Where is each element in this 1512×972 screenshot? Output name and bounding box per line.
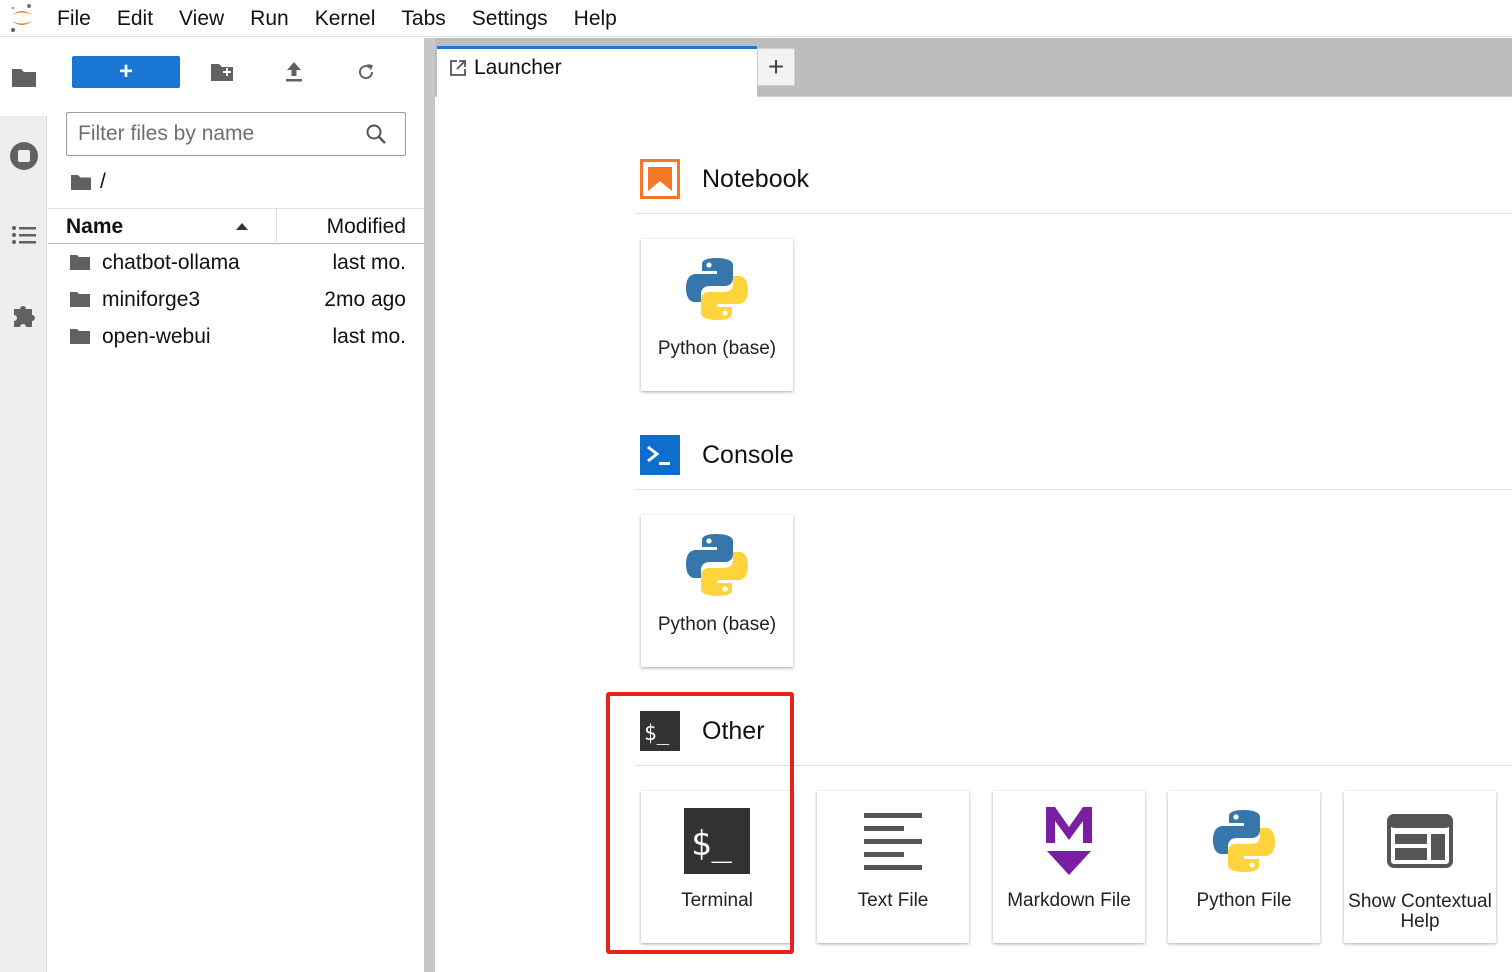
activity-bar bbox=[0, 38, 48, 972]
new-launcher-button[interactable]: + bbox=[72, 56, 180, 88]
section-divider bbox=[635, 765, 1512, 766]
new-folder-icon bbox=[211, 64, 233, 81]
plus-icon: + bbox=[767, 51, 785, 82]
card-label: Python (base) bbox=[657, 614, 777, 635]
python-logo-icon bbox=[641, 249, 793, 329]
section-title: Console bbox=[702, 440, 794, 469]
refresh-button[interactable] bbox=[352, 58, 380, 86]
file-browser-panel: + / bbox=[48, 38, 424, 972]
extension-manager-tab[interactable] bbox=[0, 275, 47, 353]
launcher-icon bbox=[450, 60, 466, 76]
home-folder-icon[interactable] bbox=[70, 173, 92, 191]
table-of-contents-tab[interactable] bbox=[0, 196, 47, 274]
console-icon bbox=[640, 435, 680, 475]
toc-icon bbox=[11, 226, 36, 244]
console-python-base-card[interactable]: Python (base) bbox=[641, 515, 793, 667]
file-name: chatbot-ollama bbox=[102, 251, 240, 274]
file-name: miniforge3 bbox=[102, 288, 201, 311]
running-sessions-tab[interactable] bbox=[0, 117, 47, 195]
card-label: Python File bbox=[1196, 890, 1292, 911]
markdown-icon bbox=[993, 801, 1145, 881]
markdown-file-card[interactable]: Markdown File bbox=[993, 791, 1145, 943]
file-modified: last mo. bbox=[332, 325, 406, 348]
menu-edit[interactable]: Edit bbox=[104, 0, 166, 37]
tab-launcher[interactable]: Launcher bbox=[437, 46, 757, 97]
menu-tabs[interactable]: Tabs bbox=[388, 0, 458, 37]
other-section-header: $_ Other bbox=[640, 711, 765, 751]
file-name: open-webui bbox=[102, 325, 211, 348]
running-icon bbox=[9, 142, 38, 170]
notebook-section-header: Notebook bbox=[640, 159, 809, 199]
card-label: Show Contextual Help bbox=[1348, 891, 1492, 932]
terminal-small-icon: $_ bbox=[640, 711, 680, 751]
panel-splitter[interactable] bbox=[424, 38, 435, 972]
file-list-header: Name Modified bbox=[48, 208, 424, 245]
card-label: Python (base) bbox=[657, 338, 777, 359]
text-file-icon bbox=[817, 801, 969, 881]
tab-bar: Launcher + bbox=[435, 38, 1512, 97]
folder-icon bbox=[11, 69, 36, 87]
breadcrumb: / bbox=[70, 170, 106, 194]
file-list-item[interactable]: open-webui last mo. bbox=[48, 319, 424, 356]
sort-ascending-icon bbox=[236, 223, 248, 230]
menu-file[interactable]: File bbox=[44, 0, 104, 37]
filter-files-input[interactable] bbox=[67, 113, 357, 155]
contextual-help-icon bbox=[1344, 801, 1496, 881]
new-tab-button[interactable]: + bbox=[757, 48, 795, 86]
section-divider bbox=[635, 489, 1512, 490]
filter-files-field[interactable] bbox=[66, 112, 406, 156]
section-title: Notebook bbox=[702, 164, 810, 193]
upload-icon bbox=[286, 62, 302, 82]
file-modified: 2mo ago bbox=[324, 288, 406, 311]
svg-text:$_: $_ bbox=[691, 824, 732, 864]
section-divider bbox=[635, 213, 1512, 214]
terminal-card[interactable]: $_ Terminal bbox=[641, 791, 793, 943]
section-title: Other bbox=[702, 716, 765, 745]
menu-view[interactable]: View bbox=[166, 0, 237, 37]
folder-icon bbox=[70, 292, 90, 307]
file-list-item[interactable]: chatbot-ollama last mo. bbox=[48, 245, 424, 282]
upload-button[interactable] bbox=[280, 58, 308, 86]
folder-icon bbox=[70, 255, 90, 270]
search-icon bbox=[366, 124, 386, 144]
plus-icon: + bbox=[118, 58, 133, 85]
folder-icon bbox=[70, 329, 90, 344]
terminal-icon: $_ bbox=[641, 801, 793, 881]
menu-settings[interactable]: Settings bbox=[459, 0, 561, 37]
tab-label: Launcher bbox=[474, 56, 562, 79]
breadcrumb-root[interactable]: / bbox=[100, 170, 106, 194]
console-section-header: Console bbox=[640, 435, 794, 475]
python-logo-icon bbox=[1168, 801, 1320, 881]
refresh-icon bbox=[359, 64, 374, 80]
file-list-item[interactable]: miniforge3 2mo ago bbox=[48, 282, 424, 319]
new-folder-button[interactable] bbox=[208, 58, 236, 86]
python-file-card[interactable]: Python File bbox=[1168, 791, 1320, 943]
menu-help[interactable]: Help bbox=[561, 0, 630, 37]
menubar: File Edit View Run Kernel Tabs Settings … bbox=[0, 0, 1512, 37]
text-file-card[interactable]: Text File bbox=[817, 791, 969, 943]
menu-run[interactable]: Run bbox=[237, 0, 302, 37]
contextual-help-card[interactable]: Show Contextual Help bbox=[1344, 791, 1496, 943]
notebook-python-base-card[interactable]: Python (base) bbox=[641, 239, 793, 391]
menu-kernel[interactable]: Kernel bbox=[302, 0, 389, 37]
card-label: Markdown File bbox=[1007, 890, 1131, 911]
svg-text:$_: $_ bbox=[644, 721, 670, 745]
python-logo-icon bbox=[641, 525, 793, 605]
modified-column-header[interactable]: Modified bbox=[327, 215, 406, 239]
card-label: Terminal bbox=[681, 890, 753, 911]
jupyter-logo-icon bbox=[0, 0, 44, 37]
launcher-panel: Notebook Python (base) Console Python (b… bbox=[435, 97, 1512, 972]
extension-icon bbox=[13, 306, 35, 327]
notebook-icon bbox=[640, 159, 680, 199]
file-browser-toolbar: + bbox=[48, 38, 424, 106]
card-label: Text File bbox=[857, 890, 929, 911]
name-column-header[interactable]: Name bbox=[66, 215, 123, 239]
column-divider[interactable] bbox=[276, 209, 277, 245]
file-browser-tab[interactable] bbox=[0, 38, 48, 116]
file-modified: last mo. bbox=[332, 251, 406, 274]
